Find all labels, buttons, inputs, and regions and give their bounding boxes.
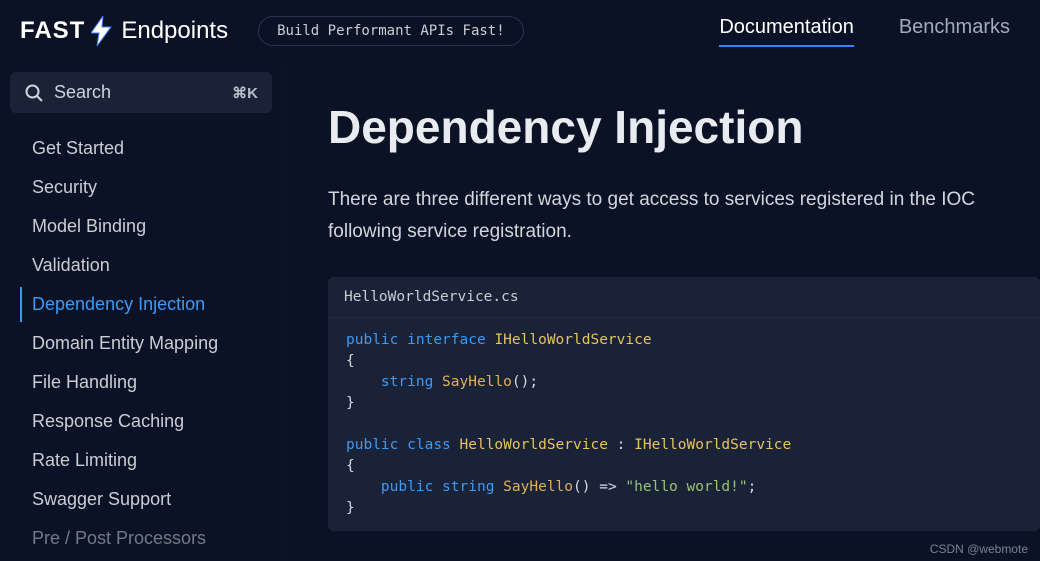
- top-nav: Documentation Benchmarks: [719, 16, 1020, 47]
- page-description: There are three different ways to get ac…: [328, 184, 1040, 249]
- sidebar-item-dependency-injection[interactable]: Dependency Injection: [20, 287, 272, 322]
- keyword-public: public: [346, 437, 398, 453]
- main-area: Search ⌘K Get Started Security Model Bin…: [0, 62, 1040, 561]
- sidebar-item-domain-entity-mapping[interactable]: Domain Entity Mapping: [20, 326, 272, 361]
- sidebar-item-get-started[interactable]: Get Started: [20, 131, 272, 166]
- nav-benchmarks[interactable]: Benchmarks: [899, 16, 1010, 47]
- sidebar-item-validation[interactable]: Validation: [20, 248, 272, 283]
- method-name: SayHello: [503, 479, 573, 495]
- keyword-class: class: [407, 437, 451, 453]
- keyword-interface: interface: [407, 332, 486, 348]
- logo-icon: [89, 15, 115, 47]
- class-name: HelloWorldService: [460, 437, 608, 453]
- keyword-string: string: [381, 374, 433, 390]
- method-name: SayHello: [442, 374, 512, 390]
- search-placeholder: Search: [54, 82, 222, 103]
- sidebar-item-response-caching[interactable]: Response Caching: [20, 404, 272, 439]
- header: FAST Endpoints Build Performant APIs Fas…: [0, 0, 1040, 62]
- sidebar: Search ⌘K Get Started Security Model Bin…: [0, 62, 283, 561]
- sidebar-item-security[interactable]: Security: [20, 170, 272, 205]
- brace-close: }: [346, 500, 355, 516]
- brace-close: }: [346, 395, 355, 411]
- paren: (): [573, 479, 590, 495]
- code-body: public interface IHelloWorldService { st…: [328, 318, 1040, 531]
- colon: :: [608, 437, 634, 453]
- tagline-badge: Build Performant APIs Fast!: [258, 16, 524, 46]
- sidebar-item-rate-limiting[interactable]: Rate Limiting: [20, 443, 272, 478]
- watermark: CSDN @webmote: [930, 542, 1028, 556]
- page-title: Dependency Injection: [328, 100, 1040, 154]
- semi: ;: [748, 479, 757, 495]
- search-icon: [24, 83, 44, 103]
- code-block: HelloWorldService.cs public interface IH…: [328, 277, 1040, 531]
- logo-endpoints-text: Endpoints: [121, 17, 228, 45]
- string-literal: "hello world!": [625, 479, 747, 495]
- keyword-public: public: [381, 479, 433, 495]
- code-filename: HelloWorldService.cs: [328, 277, 1040, 318]
- sidebar-item-file-handling[interactable]: File Handling: [20, 365, 272, 400]
- brace-open: {: [346, 458, 355, 474]
- semi: ;: [529, 374, 538, 390]
- brace-open: {: [346, 353, 355, 369]
- sidebar-item-pre-post-processors[interactable]: Pre / Post Processors: [20, 521, 272, 556]
- logo-fast-text: FAST: [20, 17, 85, 45]
- interface-name: IHelloWorldService: [634, 437, 791, 453]
- search-shortcut: ⌘K: [232, 84, 258, 102]
- paren: (): [512, 374, 529, 390]
- interface-name: IHelloWorldService: [494, 332, 651, 348]
- keyword-public: public: [346, 332, 398, 348]
- sidebar-item-model-binding[interactable]: Model Binding: [20, 209, 272, 244]
- keyword-string: string: [442, 479, 494, 495]
- content: Dependency Injection There are three dif…: [283, 62, 1040, 561]
- sidebar-nav: Get Started Security Model Binding Valid…: [10, 131, 272, 556]
- nav-documentation[interactable]: Documentation: [719, 16, 854, 47]
- search-button[interactable]: Search ⌘K: [10, 72, 272, 113]
- logo[interactable]: FAST Endpoints: [20, 15, 228, 47]
- sidebar-item-swagger-support[interactable]: Swagger Support: [20, 482, 272, 517]
- arrow: =>: [590, 479, 625, 495]
